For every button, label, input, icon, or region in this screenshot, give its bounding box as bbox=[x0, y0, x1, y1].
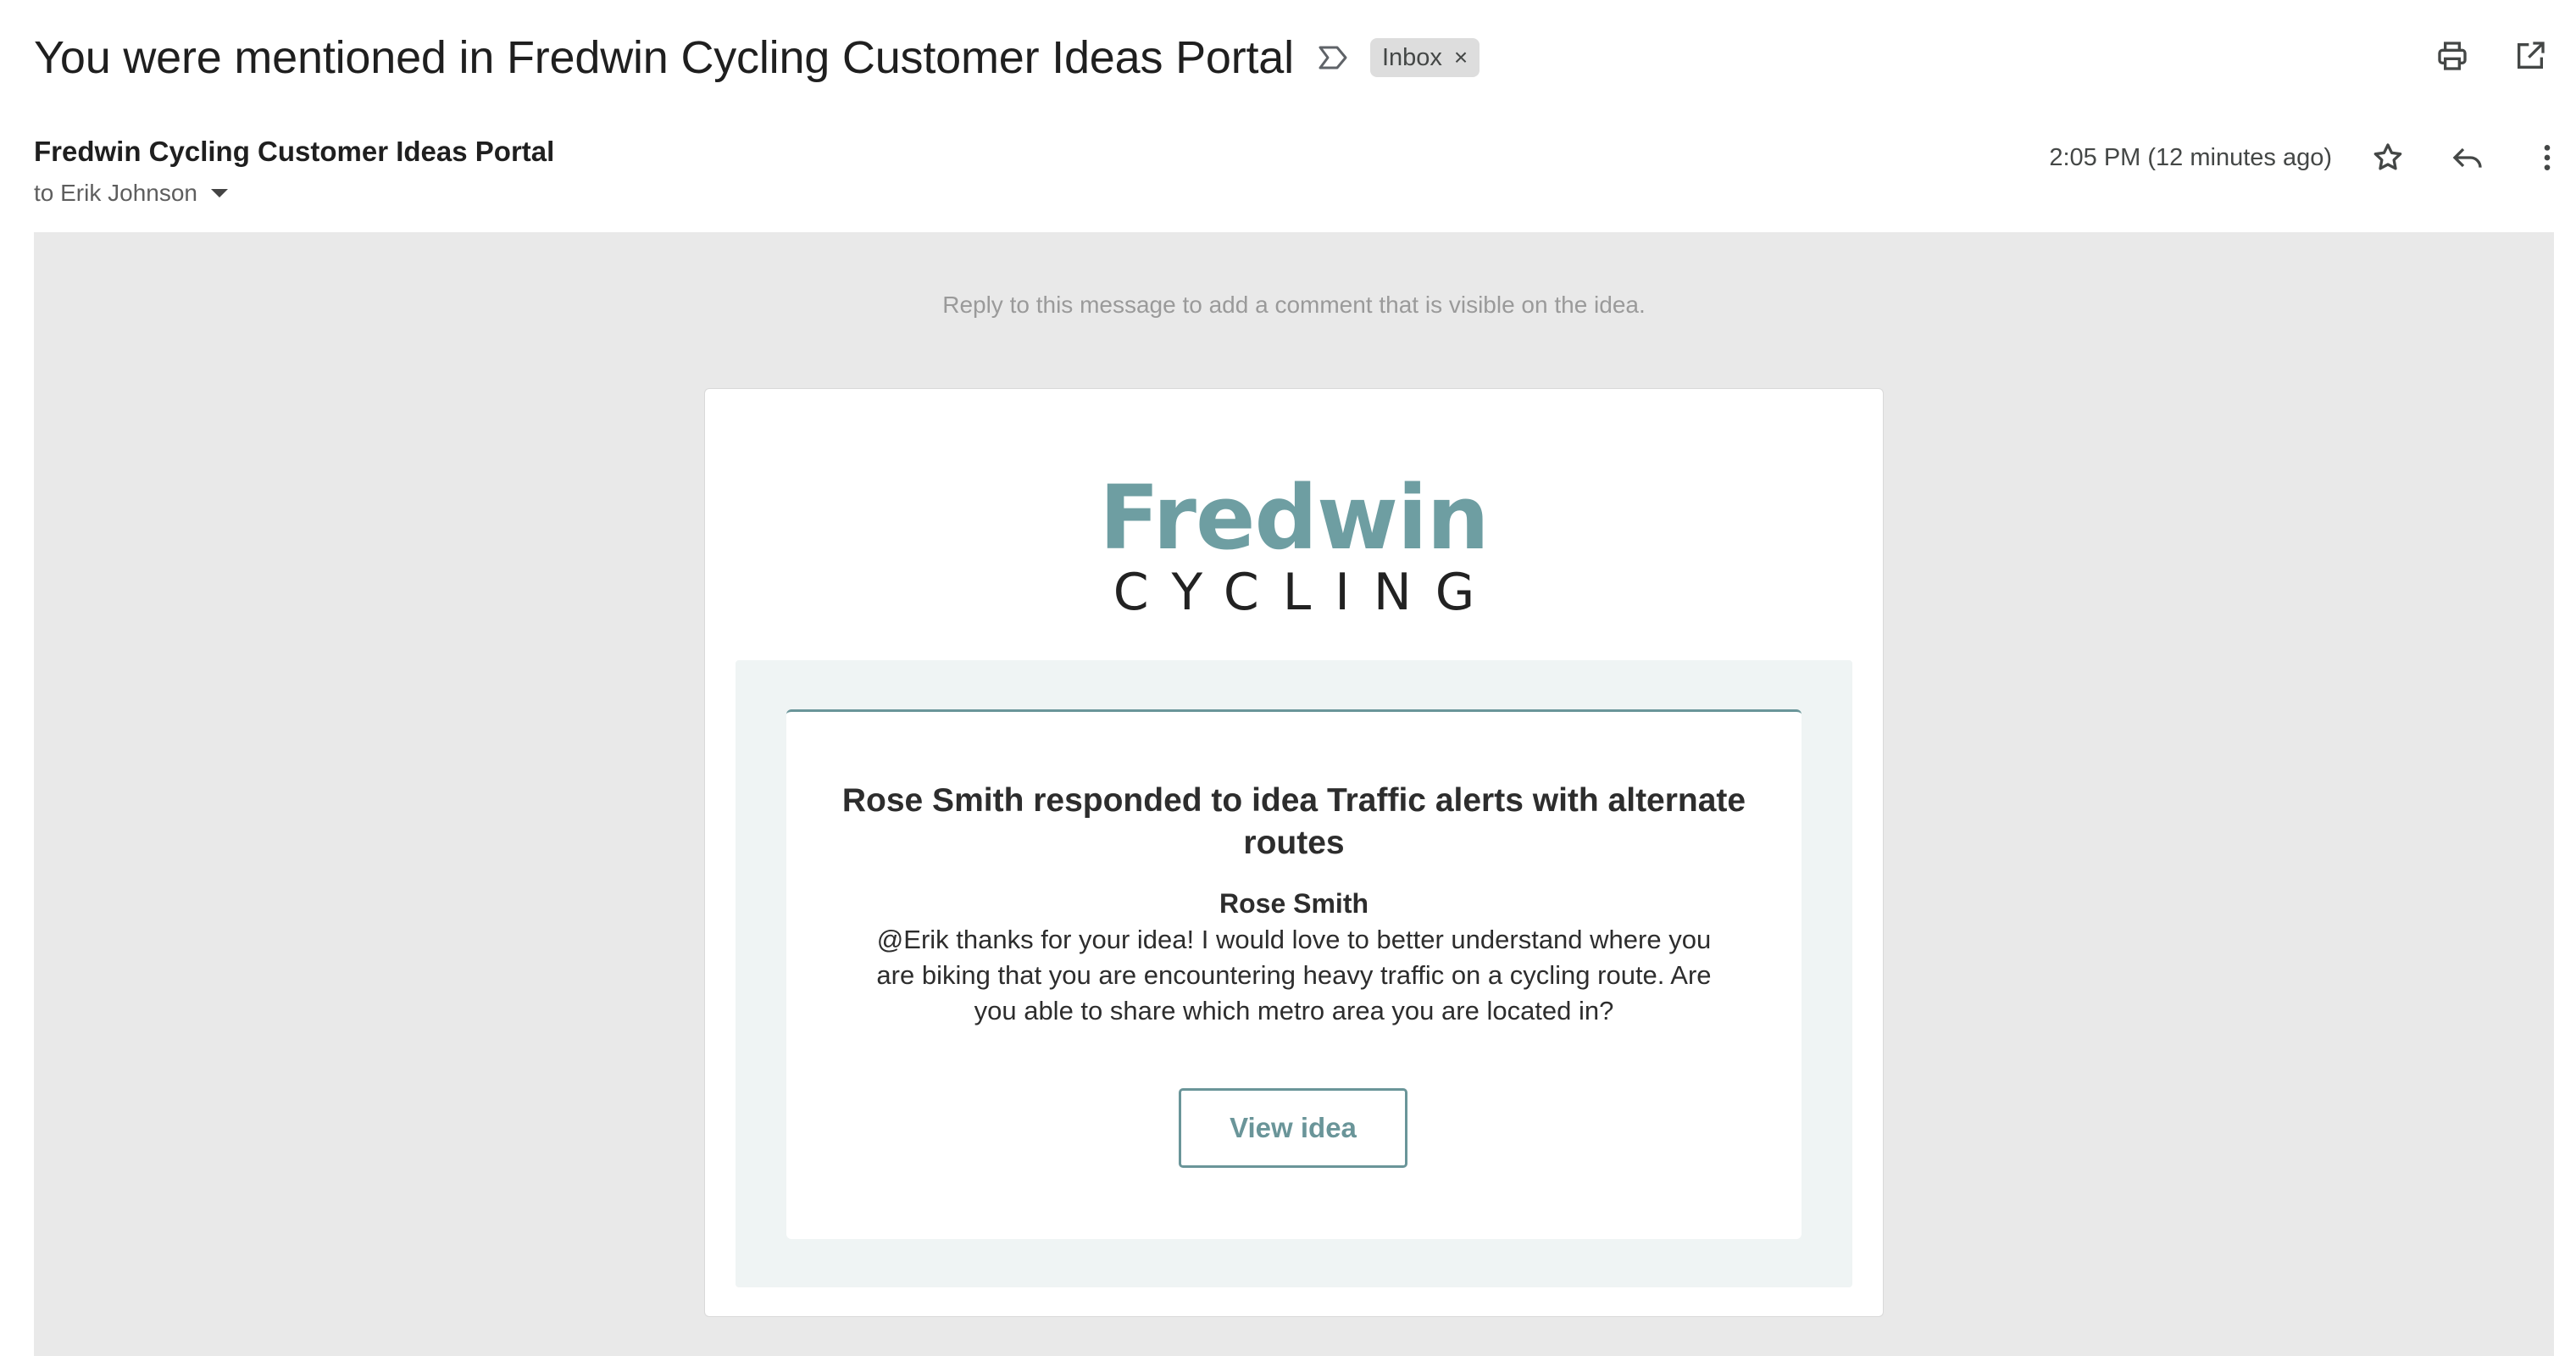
logo-subtitle: CYCLING bbox=[1113, 563, 1499, 622]
response-card: Rose Smith responded to idea Traffic ale… bbox=[786, 709, 1802, 1239]
print-icon[interactable] bbox=[2430, 34, 2474, 78]
recipient-line: to Erik Johnson bbox=[34, 180, 554, 207]
logo-wordmark: Fredwin bbox=[1099, 466, 1489, 570]
inbox-label-chip: Inbox × bbox=[1369, 38, 1480, 77]
recipient-text: to Erik Johnson bbox=[34, 180, 197, 206]
thread-actions bbox=[2430, 34, 2552, 78]
label-outline-icon[interactable] bbox=[1318, 41, 1352, 75]
email-body: Reply to this message to add a comment t… bbox=[34, 232, 2554, 1356]
brand-logo: Fredwin CYCLING bbox=[705, 474, 1883, 618]
star-outline-icon[interactable] bbox=[2366, 136, 2410, 180]
sender-name[interactable]: Fredwin Cycling Customer Ideas Portal bbox=[34, 136, 554, 168]
open-in-new-icon[interactable] bbox=[2508, 34, 2552, 78]
sender-block: Fredwin Cycling Customer Ideas Portal to… bbox=[34, 136, 554, 207]
reply-icon[interactable] bbox=[2446, 136, 2490, 180]
response-panel: Rose Smith responded to idea Traffic ale… bbox=[736, 660, 1852, 1287]
response-author: Rose Smith bbox=[1219, 888, 1369, 919]
email-subject: You were mentioned in Fredwin Cycling Cu… bbox=[34, 32, 1294, 83]
remove-label-icon[interactable]: × bbox=[1454, 44, 1468, 71]
reply-instruction: Reply to this message to add a comment t… bbox=[942, 292, 1646, 318]
view-idea-button[interactable]: View idea bbox=[1179, 1088, 1407, 1168]
chevron-down-icon[interactable] bbox=[211, 189, 228, 197]
inbox-label-text: Inbox bbox=[1381, 43, 1442, 71]
notification-card: Fredwin CYCLING Rose Smith responded to … bbox=[704, 388, 1884, 1317]
timestamp: 2:05 PM (12 minutes ago) bbox=[2049, 143, 2332, 171]
subject-row: You were mentioned in Fredwin Cycling Cu… bbox=[34, 24, 1480, 92]
more-vert-icon[interactable] bbox=[2525, 136, 2569, 180]
response-title: Rose Smith responded to idea Traffic ale… bbox=[841, 782, 1746, 861]
message-meta: 2:05 PM (12 minutes ago) bbox=[2049, 136, 2569, 180]
response-text: @Erik thanks for your idea! I would love… bbox=[876, 925, 1712, 1025]
